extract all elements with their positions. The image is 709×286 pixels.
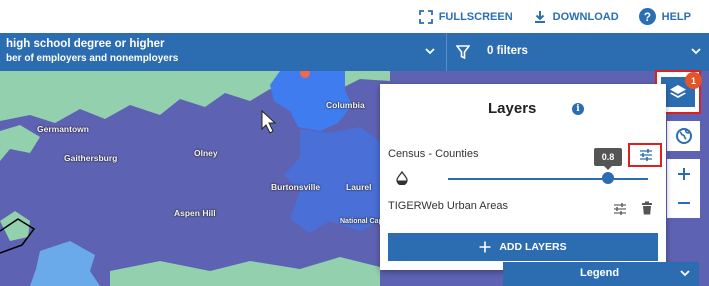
place-label: Columbia: [326, 100, 365, 110]
help-label: HELP: [661, 10, 691, 23]
plus-icon: [479, 241, 491, 253]
download-icon: [534, 10, 545, 23]
filter-bar: high school degree or higher ber of empl…: [0, 33, 709, 71]
layer-settings-icon[interactable]: [613, 202, 627, 216]
variable-title: high school degree or higher: [6, 38, 165, 50]
svg-text:?: ?: [644, 11, 651, 24]
map-region-bottom: [110, 257, 380, 286]
place-label: Gaithersburg: [64, 153, 118, 163]
help-button[interactable]: ? HELP: [638, 8, 691, 25]
add-layers-button[interactable]: ADD LAYERS: [388, 233, 658, 261]
place-label: Aspen Hill: [174, 208, 216, 218]
opacity-slider-track[interactable]: [448, 178, 648, 180]
layers-panel: Layers i Census - Counties 0.8 TIGERWeb …: [380, 84, 666, 270]
place-label: Olney: [194, 148, 218, 158]
chevron-down-icon: [680, 270, 690, 277]
variable-subtitle: ber of employers and nonemployers: [6, 53, 179, 64]
panel-title: Layers: [488, 100, 537, 117]
fullscreen-button[interactable]: FULLSCREEN: [418, 9, 513, 24]
mouse-cursor: [261, 109, 277, 134]
place-label: Germantown: [37, 124, 89, 134]
basemap-button[interactable]: [667, 121, 700, 151]
add-layers-label: ADD LAYERS: [499, 241, 567, 253]
plus-icon: [677, 168, 690, 180]
info-icon[interactable]: i: [572, 103, 584, 115]
chevron-down-icon[interactable]: [690, 46, 702, 56]
layers-icon: [670, 85, 686, 98]
filters-label: 0 filters: [487, 45, 528, 57]
help-icon: ?: [638, 8, 656, 25]
place-label: Burtonsville: [271, 182, 321, 192]
legend-bar[interactable]: Legend: [503, 262, 699, 286]
place-label: Laurel: [346, 182, 372, 192]
filter-icon: [456, 45, 470, 59]
zoom-in-button[interactable]: [667, 159, 700, 189]
map-region-bottom-left: [30, 241, 100, 286]
legend-label: Legend: [580, 267, 620, 279]
app-root: FULLSCREEN DOWNLOAD ? HELP high school d…: [0, 0, 709, 286]
download-label: DOWNLOAD: [552, 10, 619, 23]
opacity-slider-handle[interactable]: [602, 172, 614, 184]
layers-count-badge: 1: [685, 72, 702, 89]
download-button[interactable]: DOWNLOAD: [533, 10, 619, 24]
minus-icon: [677, 202, 690, 204]
trash-icon[interactable]: [641, 201, 653, 215]
fullscreen-icon: [418, 9, 433, 24]
sliders-icon: [640, 149, 652, 161]
layer-name-urban-areas: TIGERWeb Urban Areas: [388, 200, 509, 212]
map-region-southwest: [0, 211, 30, 241]
divider: [446, 33, 447, 71]
globe-icon: [675, 128, 692, 144]
top-toolbar: FULLSCREEN DOWNLOAD ? HELP: [0, 0, 709, 33]
opacity-value-tooltip: 0.8: [594, 148, 622, 170]
zoom-out-button[interactable]: [667, 188, 700, 218]
fullscreen-label: FULLSCREEN: [438, 10, 513, 23]
layer-name-counties: Census - Counties: [388, 148, 479, 160]
layer-settings-button[interactable]: [628, 143, 662, 167]
chevron-down-icon[interactable]: [424, 46, 436, 56]
map-region-west: [0, 125, 40, 161]
opacity-icon: [396, 171, 408, 185]
